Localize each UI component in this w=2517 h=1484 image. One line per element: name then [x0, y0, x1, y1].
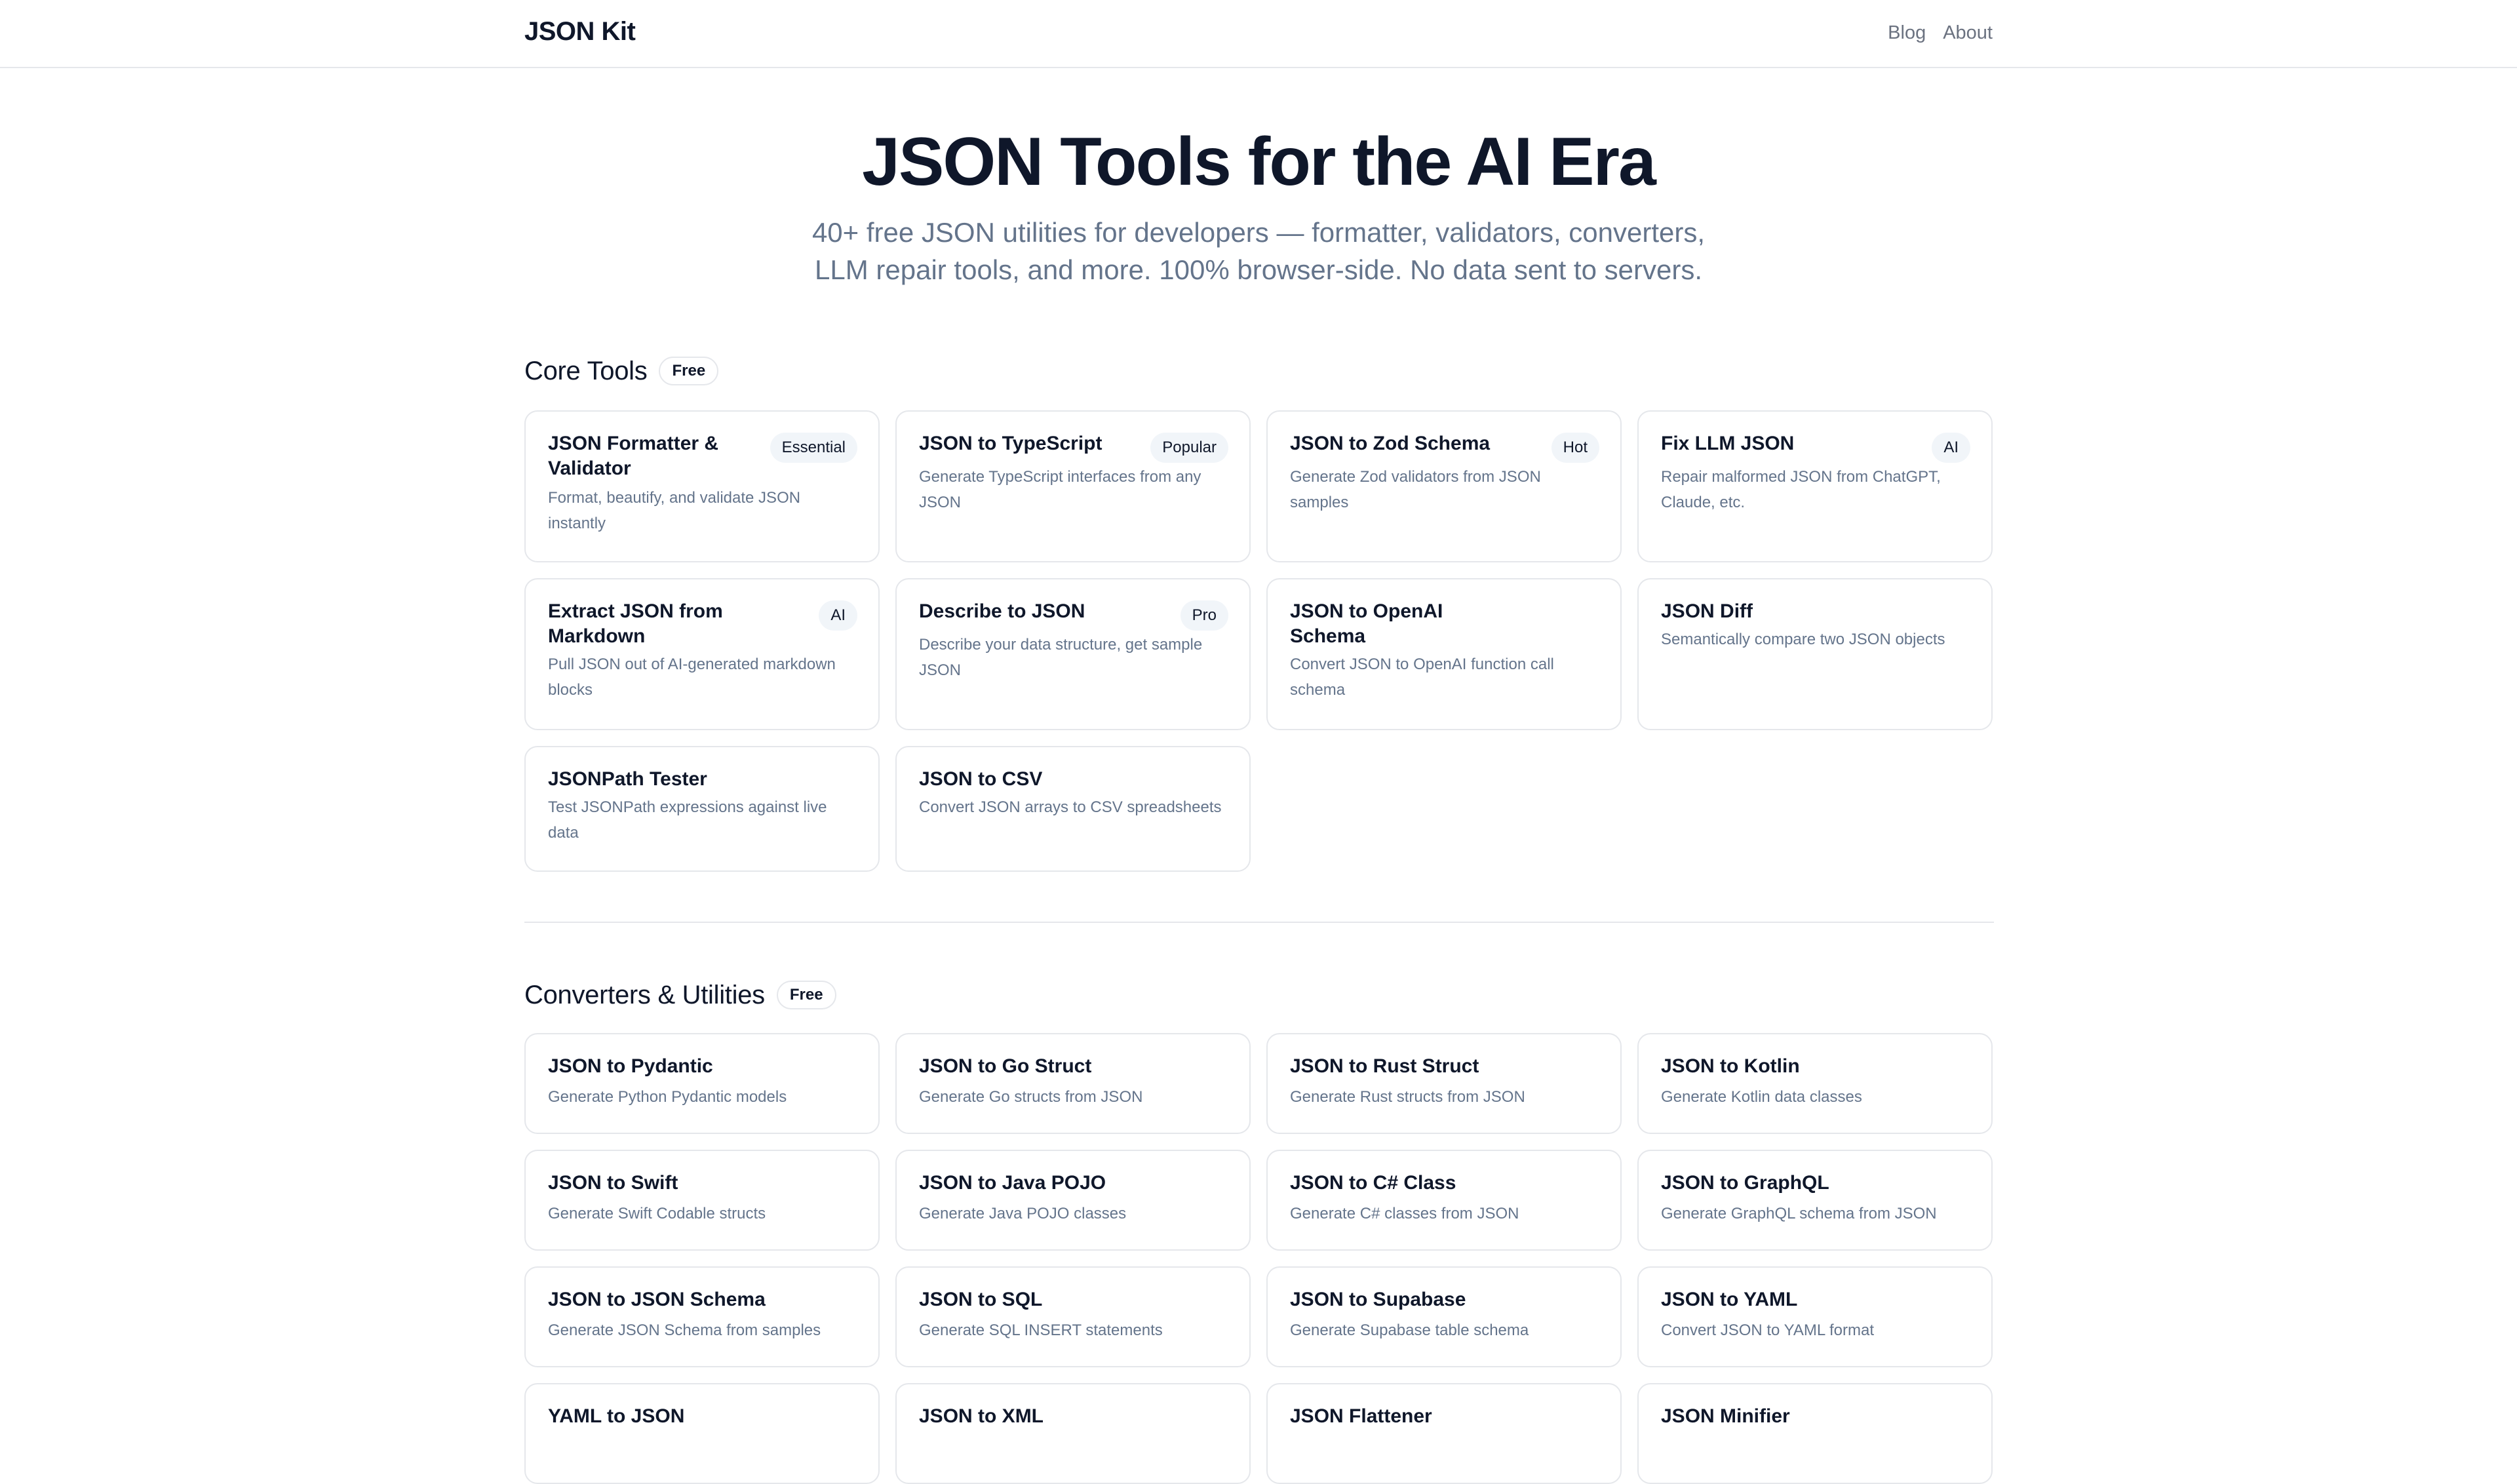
section-divider [524, 922, 1994, 923]
tool-card-json-minifier[interactable]: JSON Minifier [1637, 1383, 1993, 1484]
main-nav: Blog About [1888, 22, 1993, 44]
card-title: JSON to Go Struct [919, 1055, 1092, 1077]
core-tools-section: Core Tools Free JSON Formatter & Validat… [524, 353, 1994, 872]
free-badge: Free [659, 357, 719, 385]
converters-grid: JSON to Pydantic Generate Python Pydanti… [524, 1033, 1994, 1484]
section-title: Core Tools [524, 356, 648, 385]
card-title: JSONPath Tester [548, 768, 707, 790]
tool-card-json-to-java-pojo[interactable]: JSON to Java POJO Generate Java POJO cla… [895, 1150, 1251, 1251]
card-title: Extract JSON from Markdown [548, 600, 723, 647]
tool-card-json-diff[interactable]: JSON Diff Semantically compare two JSON … [1637, 578, 1993, 730]
free-badge: Free [776, 981, 836, 1009]
card-description: Convert JSON arrays to CSV spreadsheets [919, 798, 1222, 816]
card-title: JSON to Kotlin [1661, 1055, 1800, 1077]
card-description: Generate Kotlin data classes [1661, 1088, 1862, 1106]
card-title: YAML to JSON [548, 1405, 685, 1427]
tag-badge: Essential [770, 433, 857, 463]
tool-card-json-to-pydantic[interactable]: JSON to Pydantic Generate Python Pydanti… [524, 1033, 880, 1134]
card-title: JSON to Java POJO [919, 1172, 1106, 1194]
top-nav-bar: JSON Kit Blog About [0, 0, 2517, 68]
card-description: Generate TypeScript interfaces from any … [919, 468, 1201, 511]
card-title: JSON Diff [1661, 600, 1753, 622]
tool-card-json-formatter[interactable]: JSON Formatter & Validator Format, beaut… [524, 410, 880, 562]
nav-link-about[interactable]: About [1943, 22, 1993, 44]
card-description: Test JSONPath expressions against live d… [548, 798, 827, 842]
card-title: JSON to Swift [548, 1172, 678, 1194]
card-title: JSON Minifier [1661, 1405, 1790, 1427]
tool-card-json-to-yaml[interactable]: JSON to YAML Convert JSON to YAML format [1637, 1266, 1993, 1367]
card-description: Describe your data structure, get sample… [919, 636, 1203, 679]
card-description: Repair malformed JSON from ChatGPT, Clau… [1661, 468, 1941, 511]
card-description: Generate Python Pydantic models [548, 1088, 787, 1106]
tag-badge: AI [1932, 433, 1970, 463]
card-description: Generate Supabase table schema [1290, 1321, 1529, 1339]
card-description: Generate Java POJO classes [919, 1205, 1127, 1222]
tool-card-jsonpath-tester[interactable]: JSONPath Tester Test JSONPath expression… [524, 746, 880, 872]
tool-card-json-to-json-schema[interactable]: JSON to JSON Schema Generate JSON Schema… [524, 1266, 880, 1367]
tool-card-yaml-to-json[interactable]: YAML to JSON [524, 1383, 880, 1484]
card-title: JSON to OpenAI Schema [1290, 600, 1443, 647]
tool-card-json-to-csharp-class[interactable]: JSON to C# Class Generate C# classes fro… [1266, 1150, 1622, 1251]
card-description: Generate C# classes from JSON [1290, 1205, 1519, 1222]
tool-card-json-to-openai-schema[interactable]: JSON to OpenAI Schema Convert JSON to Op… [1266, 578, 1622, 730]
card-title: JSON to XML [919, 1405, 1044, 1427]
card-title: JSON to Rust Struct [1290, 1055, 1479, 1077]
card-description: Generate Zod validators from JSON sample… [1290, 468, 1541, 511]
tool-card-extract-json-markdown[interactable]: Extract JSON from Markdown Pull JSON out… [524, 578, 880, 730]
card-description: Generate Go structs from JSON [919, 1088, 1143, 1106]
hero-subtitle: 40+ free JSON utilities for developers —… [0, 214, 2517, 288]
card-description: Generate Rust structs from JSON [1290, 1088, 1525, 1106]
card-description: Generate GraphQL schema from JSON [1661, 1205, 1937, 1222]
converters-section: Converters & Utilities Free JSON to Pyda… [524, 977, 1994, 1484]
card-description: Generate JSON Schema from samples [548, 1321, 821, 1339]
card-title: Fix LLM JSON [1661, 433, 1795, 454]
card-description: Pull JSON out of AI-generated markdown b… [548, 655, 836, 699]
tool-card-json-to-supabase[interactable]: JSON to Supabase Generate Supabase table… [1266, 1266, 1622, 1367]
tool-card-json-to-go-struct[interactable]: JSON to Go Struct Generate Go structs fr… [895, 1033, 1251, 1134]
card-title: JSON to SQL [919, 1289, 1043, 1310]
card-title: JSON to C# Class [1290, 1172, 1456, 1194]
tool-card-json-to-zod[interactable]: JSON to Zod Schema Generate Zod validato… [1266, 410, 1622, 562]
tool-card-json-to-csv[interactable]: JSON to CSV Convert JSON arrays to CSV s… [895, 746, 1251, 872]
card-description: Format, beautify, and validate JSON inst… [548, 489, 801, 532]
hero-title: JSON Tools for the AI Era [862, 124, 1656, 200]
tool-card-json-to-kotlin[interactable]: JSON to Kotlin Generate Kotlin data clas… [1637, 1033, 1993, 1134]
card-title: JSON to Pydantic [548, 1055, 713, 1077]
card-description: Semantically compare two JSON objects [1661, 631, 1945, 648]
tool-card-json-to-sql[interactable]: JSON to SQL Generate SQL INSERT statemen… [895, 1266, 1251, 1367]
hero-subtitle-line-2: LLM repair tools, and more. 100% browser… [815, 254, 1702, 285]
card-description: Generate Swift Codable structs [548, 1205, 766, 1222]
tool-card-fix-llm-json[interactable]: Fix LLM JSON Repair malformed JSON from … [1637, 410, 1993, 562]
tool-card-json-to-rust-struct[interactable]: JSON to Rust Struct Generate Rust struct… [1266, 1033, 1622, 1134]
brand-logo[interactable]: JSON Kit [524, 17, 636, 47]
tool-card-json-to-xml[interactable]: JSON to XML [895, 1383, 1251, 1484]
nav-link-blog[interactable]: Blog [1888, 22, 1926, 44]
card-title: JSON to Supabase [1290, 1289, 1466, 1310]
section-title: Converters & Utilities [524, 980, 765, 1009]
card-description: Generate SQL INSERT statements [919, 1321, 1163, 1339]
section-header: Core Tools Free [524, 353, 1994, 389]
tag-badge: Hot [1551, 433, 1599, 463]
tool-card-json-flattener[interactable]: JSON Flattener [1266, 1383, 1622, 1484]
hero-subtitle-line-1: 40+ free JSON utilities for developers —… [811, 217, 1706, 248]
tool-card-json-to-swift[interactable]: JSON to Swift Generate Swift Codable str… [524, 1150, 880, 1251]
tag-badge: Popular [1150, 433, 1228, 463]
core-tools-grid: JSON Formatter & Validator Format, beaut… [524, 410, 1994, 872]
card-description: Convert JSON to YAML format [1661, 1321, 1874, 1339]
card-title: JSON to YAML [1661, 1289, 1798, 1310]
section-header: Converters & Utilities Free [524, 977, 1994, 1013]
tool-card-describe-to-json[interactable]: Describe to JSON Describe your data stru… [895, 578, 1251, 730]
tool-card-json-to-graphql[interactable]: JSON to GraphQL Generate GraphQL schema … [1637, 1150, 1993, 1251]
card-title: JSON Flattener [1290, 1405, 1432, 1427]
card-title: JSON to CSV [919, 768, 1043, 790]
card-title: JSON to JSON Schema [548, 1289, 766, 1310]
tag-badge: AI [819, 600, 857, 631]
card-description: Convert JSON to OpenAI function call sch… [1290, 655, 1554, 699]
card-title: JSON to GraphQL [1661, 1172, 1829, 1194]
tool-card-json-to-typescript[interactable]: JSON to TypeScript Generate TypeScript i… [895, 410, 1251, 562]
tag-badge: Pro [1180, 600, 1228, 631]
